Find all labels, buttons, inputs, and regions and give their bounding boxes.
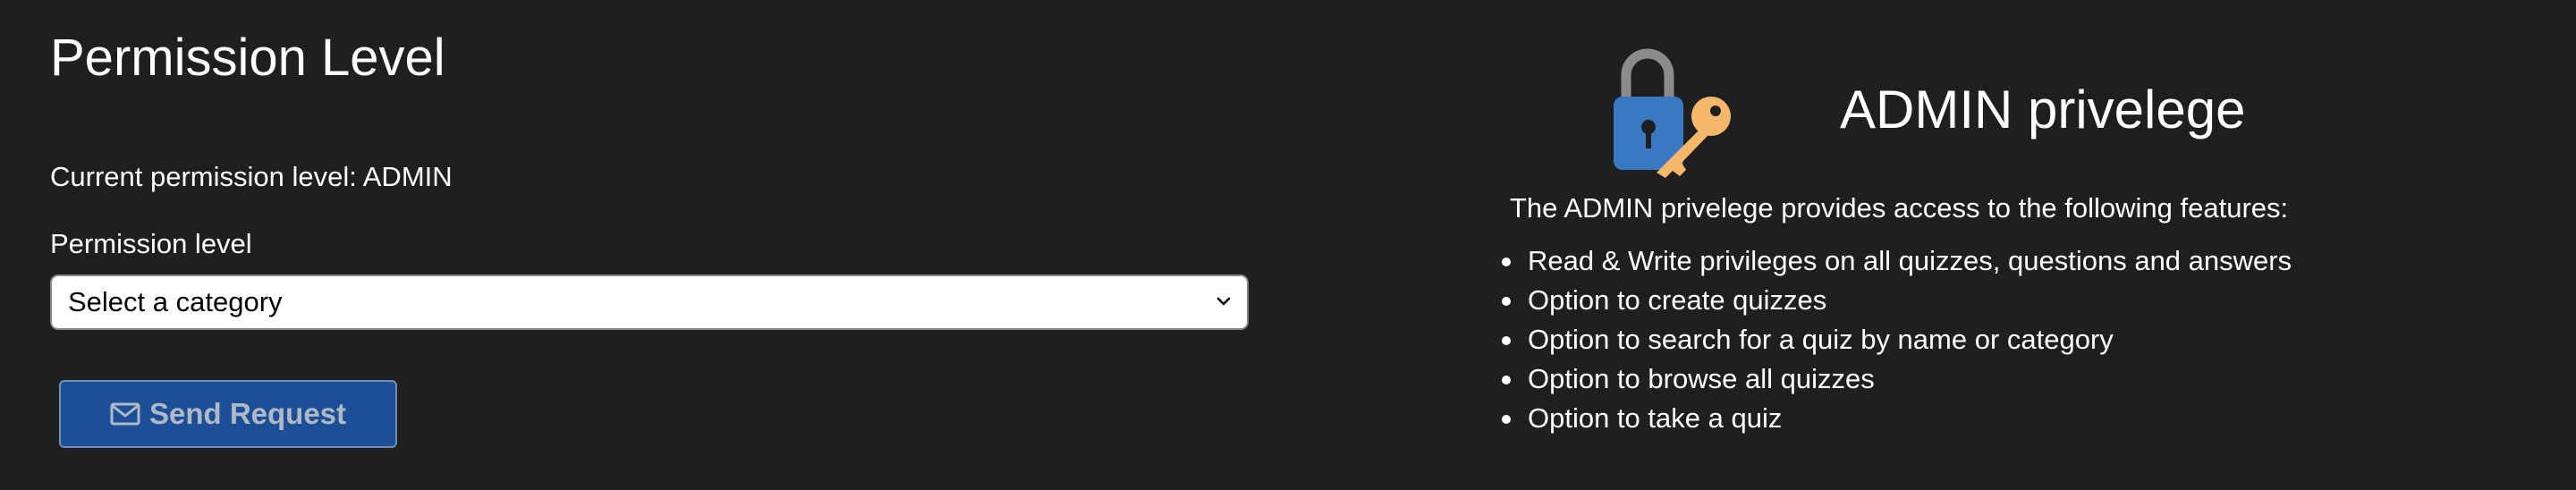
permission-page: Permission Level Current permission leve… (0, 0, 2576, 490)
feature-item: Option to browse all quizzes (1502, 359, 2292, 399)
permission-level-select-value: Select a category (68, 286, 283, 317)
bullet-icon (1502, 258, 1511, 266)
envelope-icon (110, 402, 140, 426)
send-request-button[interactable]: Send Request (59, 380, 397, 448)
privilege-intro: The ADMIN privelege provides access to t… (1510, 192, 2289, 224)
feature-item: Read & Write privileges on all quizzes, … (1502, 241, 2292, 281)
feature-item: Option to search for a quiz by name or c… (1502, 320, 2292, 359)
feature-item: Option to take a quiz (1502, 399, 2292, 438)
feature-text: Option to search for a quiz by name or c… (1528, 324, 2114, 355)
feature-list: Read & Write privileges on all quizzes, … (1502, 241, 2292, 438)
lock-key-icon (1614, 48, 1731, 178)
bullet-icon (1502, 336, 1511, 345)
feature-text: Read & Write privileges on all quizzes, … (1528, 245, 2292, 276)
chevron-down-icon (1216, 297, 1231, 306)
current-permission-level: Current permission level: ADMIN (50, 161, 453, 192)
bullet-icon (1502, 297, 1511, 306)
page-title: Permission Level (50, 29, 445, 87)
bullet-icon (1502, 415, 1511, 424)
bullet-icon (1502, 376, 1511, 384)
feature-text: Option to take a quiz (1528, 402, 1783, 434)
feature-text: Option to browse all quizzes (1528, 363, 1875, 394)
feature-item: Option to create quizzes (1502, 281, 2292, 320)
privilege-title: ADMIN privelege (1840, 80, 2246, 139)
feature-text: Option to create quizzes (1528, 284, 1827, 316)
permission-level-select[interactable]: Select a category (50, 275, 1249, 330)
send-request-label: Send Request (148, 397, 347, 430)
permission-level-label: Permission level (50, 228, 252, 259)
